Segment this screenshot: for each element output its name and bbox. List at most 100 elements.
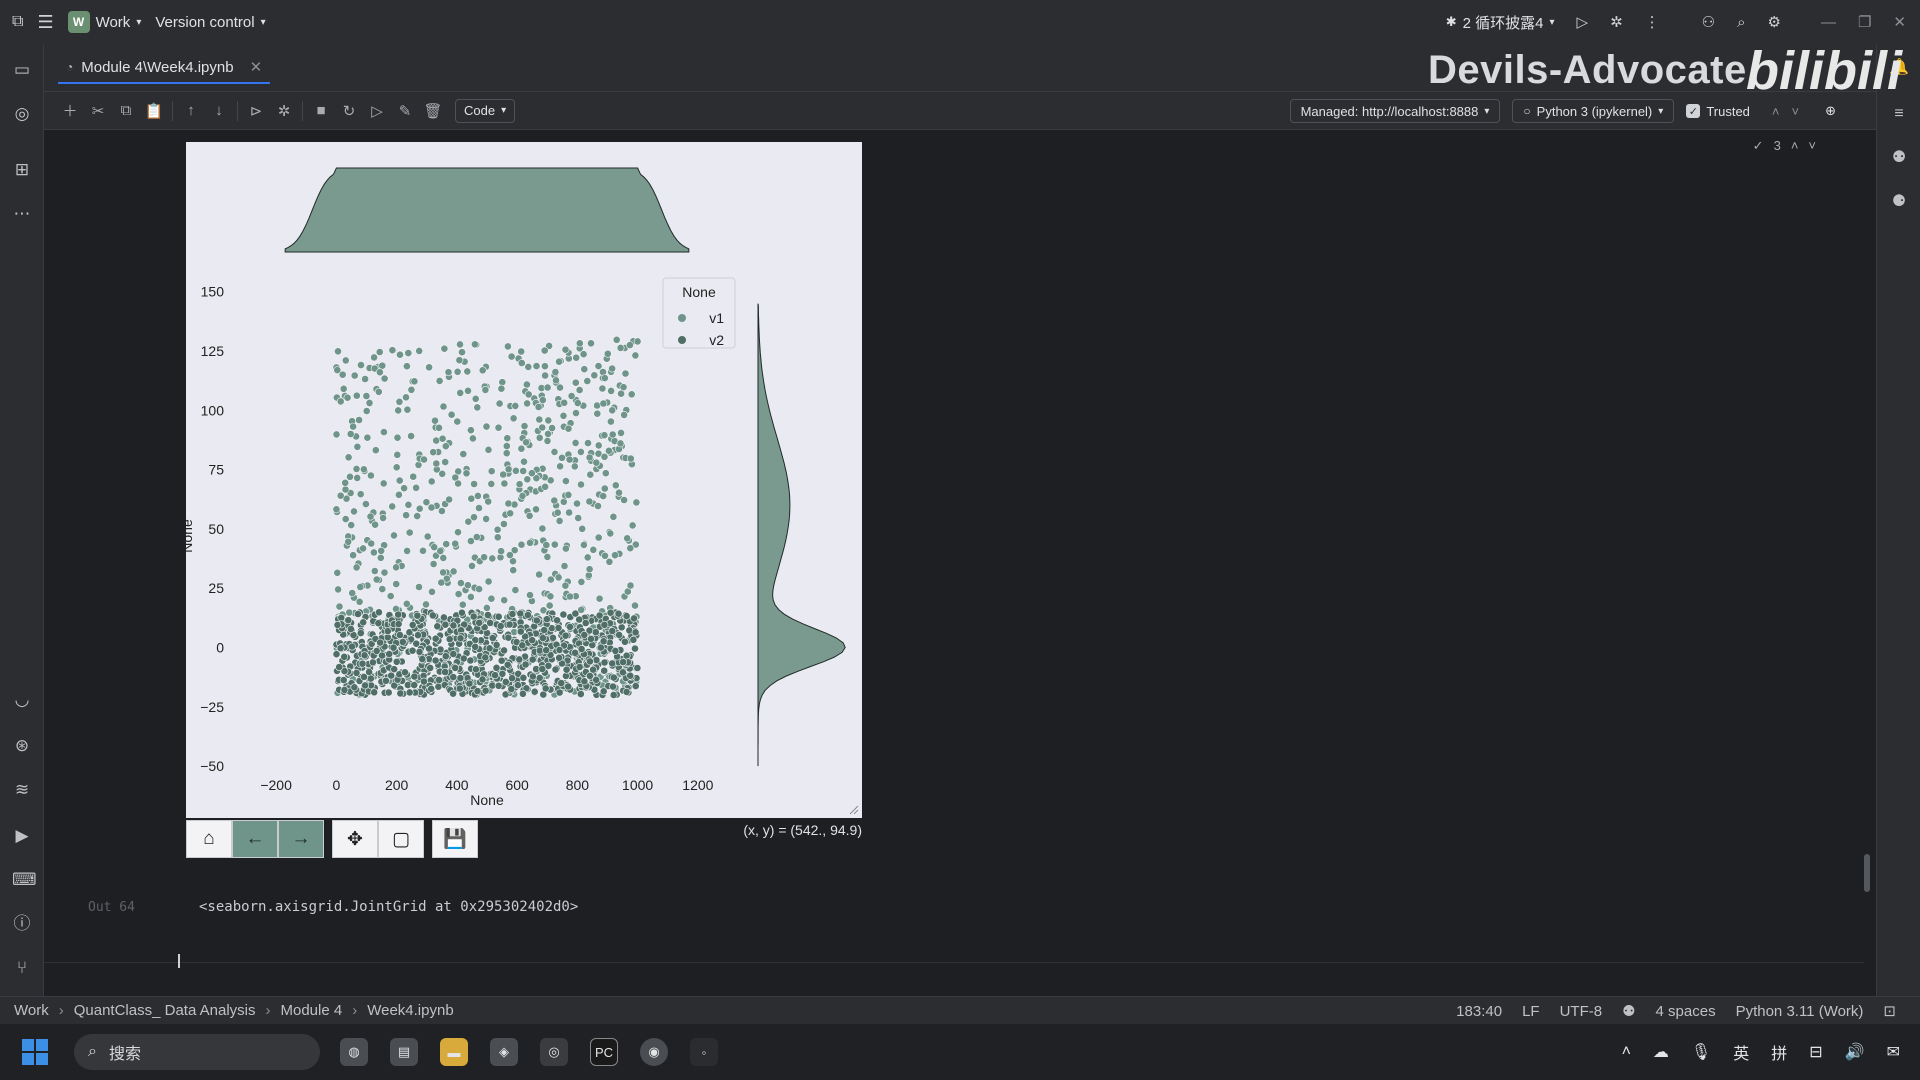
cut-icon[interactable]: ✂: [84, 97, 112, 125]
add-user-icon[interactable]: ⚇: [1702, 13, 1715, 31]
scatter-point-v1: [429, 560, 438, 568]
folder-icon[interactable]: ▭: [12, 60, 32, 80]
inspection-widget[interactable]: ✓ 3 ˄ ˅: [1753, 138, 1816, 154]
debug-cell-icon[interactable]: ✲: [270, 97, 298, 125]
scatter-point-v2: [339, 676, 348, 684]
project-dropdown[interactable]: W Work ▾: [67, 11, 141, 33]
mic-icon[interactable]: 🎙: [1691, 1042, 1711, 1062]
app-icon[interactable]: ▤: [390, 1038, 418, 1066]
more-icon[interactable]: ⋮: [1645, 13, 1660, 31]
jupyter-icon[interactable]: ◎: [12, 104, 32, 124]
git-icon[interactable]: ⑂: [12, 958, 32, 978]
save-figure-button[interactable]: 💾: [432, 820, 478, 858]
tab-week4-notebook[interactable]: ◔ Module 4\Week4.ipynb ✕: [58, 52, 271, 84]
file-encoding[interactable]: UTF-8: [1560, 1003, 1603, 1020]
server-dropdown[interactable]: Managed: http://localhost:8888 ▾: [1289, 99, 1501, 123]
structure-icon[interactable]: ⊞: [12, 160, 32, 180]
cell-type-dropdown[interactable]: Code ▾: [455, 98, 516, 123]
scatter-point-v2: [544, 661, 553, 670]
gear-icon[interactable]: ⚙: [1768, 13, 1781, 31]
breadcrumb-item[interactable]: Week4.ipynb: [367, 1002, 453, 1019]
clear-outputs-icon[interactable]: ✎: [391, 97, 419, 125]
volume-icon[interactable]: 🔊: [1845, 1042, 1865, 1062]
figure-canvas[interactable]: −200 0 200 400 600 800 1000 1200 150 125 100 75 50 2…: [186, 142, 862, 818]
interpreter[interactable]: Python 3.11 (Work): [1736, 1003, 1864, 1020]
restart-icon[interactable]: ↻: [335, 97, 363, 125]
breadcrumb-item[interactable]: Module 4: [281, 1002, 343, 1019]
ai-assistant-icon[interactable]: ⚉: [1889, 148, 1909, 168]
ai-status-icon[interactable]: ⚉: [1622, 1002, 1635, 1020]
chevron-down-icon[interactable]: ˅: [1792, 104, 1800, 119]
services-icon[interactable]: ▶: [12, 826, 32, 846]
main-menu-icon[interactable]: ☰: [37, 12, 53, 33]
run-cell-icon[interactable]: ⊳: [242, 97, 270, 125]
wechat-icon[interactable]: ◎: [540, 1038, 568, 1066]
search-icon[interactable]: ⌕: [1737, 14, 1745, 31]
delete-cell-icon[interactable]: 🗑: [419, 97, 447, 125]
scatter-point-v2: [449, 673, 458, 681]
vcs-dropdown[interactable]: Version control ▾: [155, 14, 265, 31]
app-icon[interactable]: ◦: [690, 1038, 718, 1066]
forward-button[interactable]: →: [278, 820, 324, 858]
app-icon[interactable]: ◈: [490, 1038, 518, 1066]
add-cell-icon[interactable]: ＋: [56, 97, 84, 125]
database-icon[interactable]: ≡: [1889, 104, 1909, 124]
move-down-icon[interactable]: ↓: [205, 97, 233, 125]
ime-language[interactable]: 英: [1733, 1040, 1749, 1064]
windows-start-icon[interactable]: [22, 1039, 48, 1065]
restore-icon[interactable]: ❐: [1858, 13, 1871, 31]
back-button[interactable]: ←: [232, 820, 278, 858]
vertical-scrollbar[interactable]: [1864, 854, 1870, 892]
more-tools-icon[interactable]: ⋯: [12, 204, 32, 224]
minimize-icon[interactable]: —: [1821, 14, 1836, 31]
kernel-dropdown[interactable]: ○ Python 3 (ipykernel) ▾: [1512, 99, 1675, 123]
taskbar-search[interactable]: ⌕ 搜索: [74, 1034, 320, 1070]
network-icon[interactable]: ⊟: [1809, 1042, 1822, 1062]
close-tab-icon[interactable]: ✕: [250, 58, 263, 76]
cloud-icon[interactable]: ☁: [1653, 1042, 1669, 1062]
indent-setting[interactable]: 4 spaces: [1656, 1003, 1716, 1020]
file-explorer-icon[interactable]: ▬: [440, 1038, 468, 1066]
chevron-up-icon[interactable]: ˄: [1772, 104, 1780, 119]
pan-button[interactable]: ✥: [332, 820, 378, 858]
resize-handle[interactable]: [849, 805, 859, 815]
run-config-dropdown[interactable]: ✱ 2 循环披露4 ▾: [1446, 12, 1555, 33]
globe-icon[interactable]: ⊕: [1825, 103, 1836, 119]
debug-icon[interactable]: ✲: [1610, 13, 1623, 31]
zoom-button[interactable]: ▢: [378, 820, 424, 858]
pycharm-icon[interactable]: PC: [590, 1038, 618, 1066]
run-icon[interactable]: ▷: [1577, 13, 1589, 31]
paste-icon[interactable]: 📋: [140, 97, 168, 125]
breadcrumb-item[interactable]: QuantClass_ Data Analysis: [74, 1002, 256, 1019]
app-icon[interactable]: ◍: [340, 1038, 368, 1066]
scatter-point-v1: [341, 356, 350, 365]
home-button[interactable]: ⌂: [186, 820, 232, 858]
copilot-icon[interactable]: ⚈: [1889, 192, 1909, 212]
terminal-icon[interactable]: ⌨: [12, 870, 37, 890]
chrome-icon[interactable]: ◉: [640, 1038, 668, 1066]
scatter-point-v1: [466, 426, 475, 435]
ime-mode[interactable]: 拼: [1771, 1040, 1787, 1064]
stop-icon[interactable]: ■: [307, 97, 335, 125]
python-console-icon[interactable]: ⊛: [12, 736, 32, 756]
copy-icon[interactable]: ⧉: [112, 97, 140, 125]
sync-icon[interactable]: ◡: [12, 690, 32, 710]
move-up-icon[interactable]: ↑: [177, 97, 205, 125]
line-separator[interactable]: LF: [1522, 1003, 1540, 1020]
problems-icon[interactable]: ⓘ: [12, 914, 32, 934]
chevron-up-icon[interactable]: ˄: [1622, 1043, 1631, 1061]
scatter-point-v1: [599, 399, 608, 408]
close-icon[interactable]: ✕: [1893, 13, 1906, 31]
breadcrumb-item[interactable]: Work: [14, 1002, 49, 1019]
run-all-icon[interactable]: ▷: [363, 97, 391, 125]
scatter-point-v1: [482, 603, 491, 612]
notification-icon[interactable]: ✉: [1887, 1042, 1900, 1062]
trusted-toggle[interactable]: ✓ Trusted: [1686, 104, 1750, 119]
cursor-position[interactable]: 183:40: [1456, 1003, 1502, 1020]
scatter-point-v1: [603, 349, 612, 358]
app-logo-icon[interactable]: ⧉: [12, 13, 23, 31]
lock-icon[interactable]: ⊡: [1883, 1002, 1896, 1020]
scatter-point-v1: [543, 552, 552, 561]
layers-icon[interactable]: ≋: [12, 780, 32, 800]
kde-top-area: [284, 167, 690, 253]
